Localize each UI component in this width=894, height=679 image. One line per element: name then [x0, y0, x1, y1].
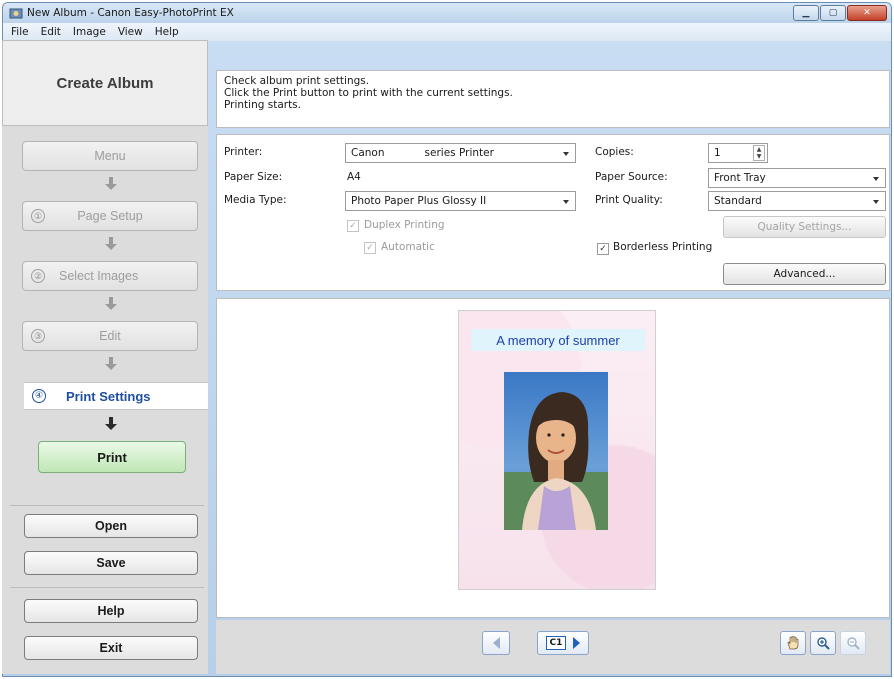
step-number-4: ④	[32, 389, 46, 403]
step-page-setup-label: Page Setup	[77, 209, 143, 223]
arrow-down-icon	[105, 237, 117, 251]
duplex-checkbox[interactable]: ✓	[347, 220, 359, 232]
step-page-setup-button[interactable]: ① Page Setup	[22, 201, 198, 231]
arrow-down-icon	[105, 177, 117, 191]
step-select-images-label: Select Images	[59, 269, 139, 283]
album-title: A memory of summer	[471, 329, 645, 351]
paper-size-label: Paper Size:	[224, 171, 283, 183]
printer-label: Printer:	[224, 146, 263, 158]
next-page-icon[interactable]	[573, 637, 581, 649]
duplex-label: Duplex Printing	[364, 219, 445, 231]
page-indicator-group: C1	[537, 631, 589, 655]
menu-view[interactable]: View	[112, 26, 149, 38]
sidebar-header: Create Album	[2, 40, 208, 126]
help-button[interactable]: Help	[24, 599, 198, 623]
instruction-line: Check album print settings.	[224, 75, 370, 87]
step-edit-button[interactable]: ③ Edit	[22, 321, 198, 351]
borderless-checkbox[interactable]: ✓	[597, 243, 609, 255]
copies-spinner[interactable]: 1 ▲ ▼	[708, 143, 768, 163]
maximize-button[interactable]: ▢	[820, 5, 846, 21]
minimize-button[interactable]: ▁	[793, 5, 819, 21]
media-type-select[interactable]: Photo Paper Plus Glossy II	[345, 191, 576, 211]
minimize-icon: ▁	[802, 8, 810, 18]
step-print-settings-label: Print Settings	[66, 389, 151, 404]
arrow-left-icon	[492, 637, 500, 649]
menu-file[interactable]: File	[5, 26, 35, 38]
print-settings-panel: Printer: Canon series Printer Paper Size…	[216, 134, 890, 291]
instruction-line: Printing starts.	[224, 99, 301, 111]
arrow-down-icon	[105, 297, 117, 311]
hand-icon	[787, 636, 799, 650]
zoom-in-icon	[817, 637, 830, 650]
window-title: New Album - Canon Easy-PhotoPrint EX	[27, 7, 234, 19]
borderless-label: Borderless Printing	[613, 241, 713, 253]
print-quality-value: Standard	[714, 195, 762, 207]
hand-tool-button[interactable]	[780, 631, 806, 655]
sidebar-divider	[10, 505, 204, 506]
open-button[interactable]: Open	[24, 514, 198, 538]
print-button[interactable]: Print	[38, 441, 186, 473]
step-number-2: ②	[31, 269, 45, 283]
app-icon	[9, 8, 23, 19]
close-button[interactable]: ✕	[847, 5, 887, 21]
previous-page-button[interactable]	[482, 631, 510, 655]
instruction-line: Click the Print button to print with the…	[224, 87, 513, 99]
page-number-badge: C1	[545, 636, 567, 650]
preview-area: A memory of summer	[216, 298, 890, 618]
close-icon: ✕	[863, 8, 871, 18]
chevron-down-icon	[563, 152, 569, 156]
sidebar-title: Create Album	[56, 74, 154, 92]
paper-size-value: A4	[347, 171, 361, 183]
instructions-panel: Check album print settings. Click the Pr…	[216, 70, 890, 128]
maximize-icon: ▢	[828, 8, 838, 18]
step-edit-label: Edit	[99, 329, 121, 343]
title-bar: New Album - Canon Easy-PhotoPrint EX ▁ ▢…	[3, 3, 891, 23]
zoom-in-button[interactable]	[810, 631, 836, 655]
step-menu-button[interactable]: Menu	[22, 141, 198, 171]
arrow-down-icon	[105, 417, 117, 431]
menu-image[interactable]: Image	[67, 26, 112, 38]
child-photo[interactable]	[504, 372, 608, 530]
sidebar-divider	[10, 587, 204, 588]
printer-value: Canon series Printer	[351, 147, 494, 159]
step-select-images-button[interactable]: ② Select Images	[22, 261, 198, 291]
copies-value: 1	[714, 147, 721, 159]
menu-help[interactable]: Help	[149, 26, 185, 38]
preview-toolbar: C1	[216, 620, 890, 674]
spinner-arrows-icon[interactable]: ▲ ▼	[753, 145, 765, 161]
chevron-down-icon	[563, 200, 569, 204]
automatic-label: Automatic	[381, 241, 435, 253]
arrow-down-icon	[105, 357, 117, 371]
chevron-down-icon	[873, 177, 879, 181]
zoom-out-icon	[847, 637, 860, 650]
advanced-button[interactable]: Advanced...	[723, 263, 886, 285]
paper-source-value: Front Tray	[714, 172, 766, 184]
printer-select[interactable]: Canon series Printer	[345, 143, 576, 163]
step-menu-label: Menu	[94, 149, 126, 163]
album-page[interactable]: A memory of summer	[458, 310, 656, 590]
chevron-down-icon	[873, 200, 879, 204]
media-type-label: Media Type:	[224, 194, 287, 206]
print-quality-label: Print Quality:	[595, 194, 663, 206]
quality-settings-button[interactable]: Quality Settings...	[723, 216, 886, 238]
save-button[interactable]: Save	[24, 551, 198, 575]
print-quality-select[interactable]: Standard	[708, 191, 886, 211]
media-type-value: Photo Paper Plus Glossy II	[351, 195, 487, 207]
paper-source-label: Paper Source:	[595, 171, 668, 183]
automatic-checkbox[interactable]: ✓	[364, 242, 376, 254]
menu-bar: File Edit Image View Help	[3, 23, 891, 41]
exit-button[interactable]: Exit	[24, 636, 198, 660]
step-print-settings-tab[interactable]: ④ Print Settings	[24, 382, 208, 410]
menu-edit[interactable]: Edit	[35, 26, 67, 38]
paper-source-select[interactable]: Front Tray	[708, 168, 886, 188]
zoom-out-button[interactable]	[840, 631, 866, 655]
copies-label: Copies:	[595, 146, 634, 158]
